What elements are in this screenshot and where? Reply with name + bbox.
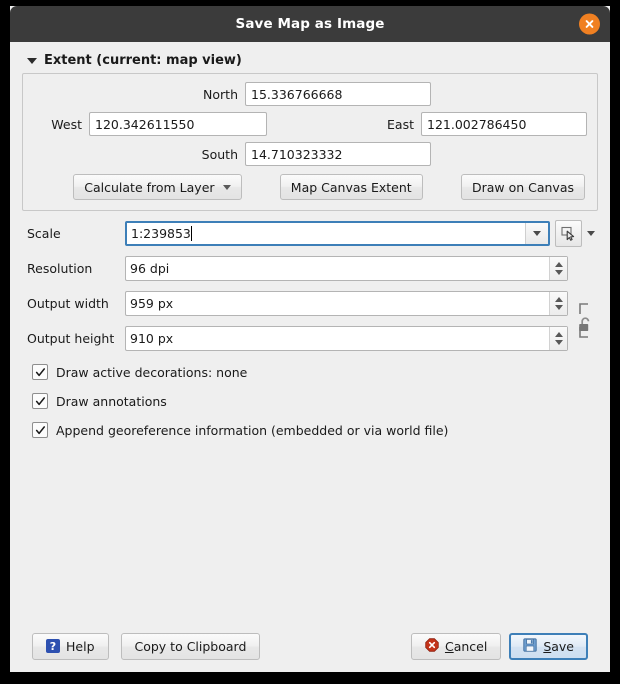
scale-combobox[interactable]: 1:239853 [125, 221, 550, 246]
help-label: Help [66, 638, 95, 654]
extent-group-label: Extent (current: map view) [44, 53, 242, 68]
calculate-from-layer-button[interactable]: Calculate from Layer [73, 174, 242, 200]
save-map-as-image-dialog: Save Map as Image Extent (current: map v… [10, 6, 610, 672]
output-height-value[interactable]: 910 px [126, 327, 549, 350]
scale-value: 1:239853 [131, 226, 191, 241]
west-east-row: West East [33, 112, 587, 136]
append-georeference-label: Append georeference information (embedde… [56, 422, 449, 438]
output-width-stepper[interactable] [549, 291, 567, 315]
canvas-scale-picker-icon [561, 226, 575, 241]
checkbox-checked-icon [32, 364, 48, 380]
output-width-value[interactable]: 959 px [126, 292, 549, 315]
scale-row: Scale 1:239853 [22, 220, 598, 247]
resolution-value[interactable]: 96 dpi [126, 257, 549, 280]
output-height-stepper[interactable] [549, 326, 567, 350]
scale-label: Scale [27, 226, 61, 241]
chevron-down-icon [554, 304, 563, 310]
resolution-spinbox[interactable]: 96 dpi [125, 256, 568, 281]
draw-on-canvas-button[interactable]: Draw on Canvas [460, 174, 585, 200]
chevron-down-icon [587, 231, 595, 236]
draw-on-canvas-label: Draw on Canvas [471, 179, 574, 195]
save-label: Save [543, 638, 574, 654]
resolution-row: Resolution 96 dpi [22, 256, 598, 281]
draw-annotations-label: Draw annotations [56, 393, 167, 409]
north-input[interactable] [245, 82, 431, 106]
resolution-stepper[interactable] [549, 257, 567, 280]
output-width-label: Output width [27, 295, 109, 311]
draw-active-decorations-label: Draw active decorations: none [56, 364, 248, 380]
calculate-from-layer-label: Calculate from Layer [84, 179, 215, 195]
map-canvas-extent-label: Map Canvas Extent [290, 179, 412, 195]
west-label: West [51, 116, 82, 132]
draw-annotations-checkbox[interactable]: Draw annotations [22, 393, 598, 409]
output-height-row: Output height 910 px [22, 317, 598, 351]
chevron-down-icon [222, 184, 231, 190]
output-height-label: Output height [27, 330, 115, 346]
output-width-spinbox[interactable]: 959 px [125, 290, 568, 316]
scale-dropdown-button[interactable] [525, 223, 548, 244]
chevron-down-icon [533, 231, 541, 236]
west-input[interactable] [89, 112, 267, 136]
south-label: South [201, 146, 238, 162]
map-canvas-extent-button[interactable]: Map Canvas Extent [279, 174, 423, 200]
chevron-up-icon [554, 296, 563, 302]
aspect-ratio-lock-toggle[interactable] [575, 312, 595, 338]
cancel-octagon-icon [425, 637, 439, 655]
chevron-up-icon [554, 262, 563, 267]
floppy-disk-icon [523, 637, 537, 655]
close-icon[interactable] [579, 13, 600, 35]
chevron-up-icon [554, 331, 563, 337]
east-label: East [387, 116, 414, 132]
checkbox-checked-icon [32, 422, 48, 438]
south-input[interactable] [245, 142, 431, 166]
chevron-down-icon [27, 57, 37, 64]
extent-groupbox: North West East South Calculate from Lay… [22, 73, 598, 211]
dialog-body: Extent (current: map view) North West Ea… [10, 42, 610, 620]
copy-to-clipboard-label: Copy to Clipboard [134, 638, 247, 654]
cancel-button[interactable]: Cancel [410, 632, 502, 660]
extent-button-row: Calculate from Layer Map Canvas Extent D… [33, 174, 587, 200]
dialog-button-bar: ? Help Copy to Clipboard Cancel Save [10, 620, 610, 672]
save-button[interactable]: Save [509, 632, 588, 660]
resolution-label: Resolution [27, 261, 93, 276]
east-input[interactable] [421, 112, 587, 136]
output-height-spinbox[interactable]: 910 px [125, 325, 568, 351]
south-row: South [33, 142, 587, 166]
output-width-row: Output width 959 px [22, 290, 598, 316]
draw-active-decorations-checkbox[interactable]: Draw active decorations: none [22, 364, 598, 380]
append-georeference-checkbox[interactable]: Append georeference information (embedde… [22, 422, 598, 438]
text-cursor [190, 226, 192, 241]
copy-to-clipboard-button[interactable]: Copy to Clipboard [120, 632, 261, 660]
unlocked-padlock-icon [579, 317, 590, 331]
title-bar: Save Map as Image [10, 6, 610, 42]
page-title: Save Map as Image [235, 16, 385, 32]
help-button[interactable]: ? Help [32, 632, 109, 660]
scale-input[interactable]: 1:239853 [127, 223, 525, 244]
chevron-down-icon [554, 270, 563, 275]
scale-picker-button[interactable] [555, 220, 582, 247]
help-question-icon: ? [46, 639, 60, 653]
chevron-down-icon [554, 339, 563, 345]
north-label: North [203, 86, 238, 102]
checkbox-checked-icon [32, 393, 48, 409]
extent-group-header[interactable]: Extent (current: map view) [22, 42, 598, 73]
scale-picker-dropdown-button[interactable] [584, 221, 598, 246]
cancel-label: Cancel [444, 638, 488, 654]
north-row: North [33, 82, 587, 106]
